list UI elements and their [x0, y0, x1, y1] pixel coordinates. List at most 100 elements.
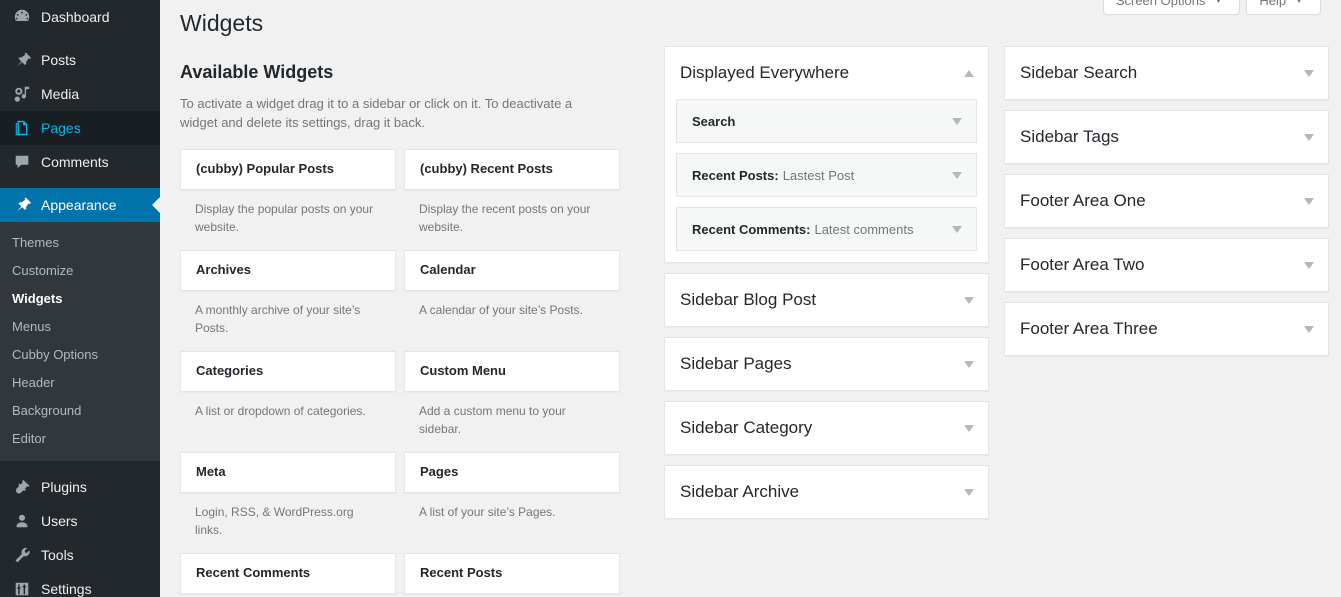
sidebar-panel-header-sidebar-search[interactable]: Sidebar Search	[1005, 47, 1328, 99]
chevron-down-icon[interactable]	[952, 226, 962, 233]
sidebar-panel-title: Footer Area One	[1020, 190, 1146, 210]
main-content-area: Screen Options ▼ Help ▼ Widgets Availabl…	[160, 0, 1341, 597]
available-widget-calendar[interactable]: Calendar	[404, 250, 620, 291]
sidebar-panel-header-sidebar-blog-post[interactable]: Sidebar Blog Post	[665, 274, 988, 326]
available-widget-recent-comments[interactable]: Recent Comments	[180, 553, 396, 594]
screen-options-label: Screen Options	[1115, 0, 1206, 8]
sidebar-item-settings[interactable]: Settings	[0, 572, 160, 597]
sidebar-panel-footer-area-two: Footer Area Two	[1004, 238, 1329, 292]
sidebar-item-posts[interactable]: Posts	[0, 43, 160, 77]
available-widget-categories[interactable]: Categories	[180, 351, 396, 392]
available-widget-meta[interactable]: Meta	[180, 452, 396, 493]
assigned-widget-name: Search	[692, 113, 736, 129]
available-widget-description: A list or dropdown of categories.	[195, 404, 366, 418]
available-widget-description: Login, RSS, & WordPress.org links.	[195, 505, 354, 537]
available-widget-title: Custom Menu	[420, 363, 506, 379]
available-widget-description: Display the recent posts on your website…	[419, 202, 591, 234]
submenu-item-widgets[interactable]: Widgets	[0, 285, 160, 313]
sidebar-panel-header-sidebar-archive[interactable]: Sidebar Archive	[665, 466, 988, 518]
sidebar-item-label: Dashboard	[41, 9, 110, 25]
available-widget-title: Archives	[196, 262, 251, 278]
sidebar-item-plugins[interactable]: Plugins	[0, 470, 160, 504]
sidebar-item-appearance[interactable]: Appearance	[0, 188, 160, 222]
assigned-widget-search[interactable]: Search	[676, 99, 977, 143]
chevron-down-icon[interactable]	[1304, 262, 1314, 269]
sidebar-item-label: Media	[41, 86, 80, 102]
help-button[interactable]: Help ▼	[1246, 0, 1321, 15]
chevron-down-icon[interactable]	[1304, 70, 1314, 77]
sidebar-item-pages[interactable]: Pages	[0, 111, 160, 145]
chevron-down-icon[interactable]	[964, 489, 974, 496]
screen-options-button[interactable]: Screen Options ▼	[1102, 0, 1241, 15]
tools-wrench-icon	[12, 545, 32, 565]
available-widget-recent-posts[interactable]: Recent Posts	[404, 553, 620, 594]
sidebar-item-media[interactable]: Media	[0, 77, 160, 111]
available-widget-title: Categories	[196, 363, 264, 379]
sidebar-panel-header-footer-area-one[interactable]: Footer Area One	[1005, 175, 1328, 227]
sidebar-panel-header-sidebar-category[interactable]: Sidebar Category	[665, 402, 988, 454]
sidebar-item-users[interactable]: Users	[0, 504, 160, 538]
available-widget-title: Recent Comments	[196, 565, 311, 581]
posts-pin-icon	[12, 50, 32, 70]
widgets-layout: Available Widgets To activate a widget d…	[160, 46, 1341, 597]
available-widget-cell: (cubby) Recent Posts Display the recent p…	[404, 149, 620, 250]
sidebar-item-label: Posts	[41, 52, 77, 68]
available-widgets-grid: (cubby) Popular Posts Display the popular…	[180, 149, 640, 594]
sidebar-panel-header-displayed-everywhere[interactable]: Displayed Everywhere	[665, 47, 988, 99]
chevron-down-icon[interactable]	[964, 361, 974, 368]
available-widget-archives[interactable]: Archives	[180, 250, 396, 291]
chevron-down-icon[interactable]	[952, 172, 962, 179]
sidebar-panel-title: Sidebar Archive	[680, 481, 800, 501]
submenu-item-cubby-options[interactable]: Cubby Options	[0, 341, 160, 369]
help-label: Help	[1259, 0, 1287, 8]
sidebar-item-tools[interactable]: Tools	[0, 538, 160, 572]
available-widget-cell: Meta Login, RSS, & WordPress.org links.	[180, 452, 396, 553]
sidebar-panel-header-footer-area-two[interactable]: Footer Area Two	[1005, 239, 1328, 291]
submenu-item-background[interactable]: Background	[0, 397, 160, 425]
pages-icon	[12, 118, 32, 138]
sidebar-item-dashboard[interactable]: Dashboard	[0, 0, 160, 34]
sidebar-panel-displayed-everywhere: Displayed Everywhere Search Recent Posts: L…	[664, 46, 989, 263]
assigned-widget-recent-comments[interactable]: Recent Comments: Latest comments	[676, 207, 977, 251]
chevron-down-icon[interactable]	[1304, 198, 1314, 205]
available-widget-description: A calendar of your site’s Posts.	[419, 303, 583, 317]
available-widget-cell: Recent Posts	[404, 553, 620, 594]
sidebar-item-comments[interactable]: Comments	[0, 145, 160, 179]
available-widget-pages[interactable]: Pages	[404, 452, 620, 493]
chevron-down-icon[interactable]	[1304, 326, 1314, 333]
sidebar-item-label: Comments	[41, 154, 109, 170]
sidebar-panel-title: Footer Area Three	[1020, 318, 1158, 338]
available-widgets-column: Available Widgets To activate a widget d…	[180, 46, 640, 594]
available-widget-cubby-popular-posts[interactable]: (cubby) Popular Posts	[180, 149, 396, 190]
settings-sliders-icon	[12, 579, 32, 597]
sidebar-panel-sidebar-blog-post: Sidebar Blog Post	[664, 273, 989, 327]
submenu-item-themes[interactable]: Themes	[0, 229, 160, 257]
chevron-down-icon[interactable]	[964, 297, 974, 304]
sidebar-panel-title: Displayed Everywhere	[680, 62, 850, 82]
submenu-item-header[interactable]: Header	[0, 369, 160, 397]
appearance-brush-icon	[12, 195, 32, 215]
chevron-down-icon[interactable]	[1304, 134, 1314, 141]
available-widget-cell: Calendar A calendar of your site’s Posts.	[404, 250, 620, 351]
submenu-item-editor[interactable]: Editor	[0, 425, 160, 453]
submenu-item-customize[interactable]: Customize	[0, 257, 160, 285]
sidebar-panel-header-sidebar-tags[interactable]: Sidebar Tags	[1005, 111, 1328, 163]
available-widget-description: Add a custom menu to your sidebar.	[419, 404, 566, 436]
available-widget-title: Pages	[420, 464, 459, 480]
assigned-widget-name: Recent Comments:	[692, 221, 811, 237]
chevron-up-icon[interactable]	[964, 70, 974, 77]
sidebar-panel-header-footer-area-three[interactable]: Footer Area Three	[1005, 303, 1328, 355]
users-icon	[12, 511, 32, 531]
available-widget-custom-menu[interactable]: Custom Menu	[404, 351, 620, 392]
sidebar-panel-header-sidebar-pages[interactable]: Sidebar Pages	[665, 338, 988, 390]
chevron-down-icon[interactable]	[964, 425, 974, 432]
available-widgets-heading: Available Widgets	[180, 62, 334, 82]
available-widget-title: (cubby) Recent Posts	[420, 161, 553, 177]
available-widget-description: Display the popular posts on your websit…	[195, 202, 374, 234]
media-icon	[12, 84, 32, 104]
assigned-widget-recent-posts[interactable]: Recent Posts: Lastest Post	[676, 153, 977, 197]
chevron-down-icon[interactable]	[952, 118, 962, 125]
sidebar-panel-body: Search Recent Posts: Lastest Post Recent Co…	[665, 99, 988, 262]
submenu-item-menus[interactable]: Menus	[0, 313, 160, 341]
available-widget-cubby-recent-posts[interactable]: (cubby) Recent Posts	[404, 149, 620, 190]
